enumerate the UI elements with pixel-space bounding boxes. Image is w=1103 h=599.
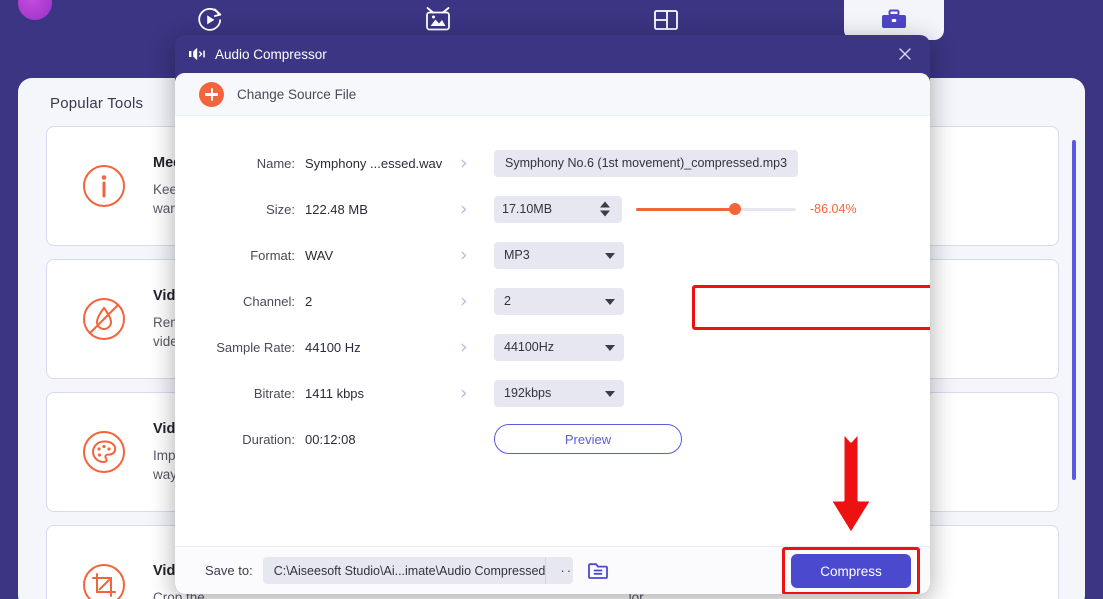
dialog-title: Audio Compressor	[215, 47, 327, 62]
mv-image-icon	[423, 6, 453, 34]
dialog-footer: Save to: C:\Aiseesoft Studio\Ai...imate\…	[175, 546, 930, 594]
dialog-titlebar: Audio Compressor	[175, 35, 930, 73]
chevron-right-icon: ›	[460, 154, 494, 173]
page-title: Popular Tools	[50, 95, 143, 112]
field-source-value: Symphony ...essed.wav	[305, 156, 460, 171]
chevron-right-icon: ›	[460, 200, 494, 219]
field-row-sample-rate: Sample Rate: 44100 Hz › 44100Hz	[175, 324, 930, 370]
field-row-size: Size: 122.48 MB › 17.10MB	[175, 186, 930, 232]
chevron-right-icon: ›	[460, 246, 494, 265]
folder-open-icon[interactable]	[587, 561, 609, 580]
target-size-stepper[interactable]: 17.10MB	[494, 196, 622, 223]
field-source-value: WAV	[305, 248, 460, 263]
compress-button-wrapper: Compress	[791, 554, 911, 588]
bitrate-select[interactable]: 192kbps	[494, 380, 624, 407]
slider-knob[interactable]	[729, 203, 741, 215]
properties-form: Name: Symphony ...essed.wav › Symphony N…	[175, 116, 930, 462]
field-label: Name:	[175, 156, 305, 171]
stepper-down-icon[interactable]	[600, 211, 610, 217]
change-source-file-label: Change Source File	[237, 87, 356, 102]
field-label: Size:	[175, 202, 305, 217]
compress-button[interactable]: Compress	[791, 554, 911, 588]
field-source-value: 122.48 MB	[305, 202, 460, 217]
field-row-channel: Channel: 2 › 2	[175, 278, 930, 324]
bitrate-select-value: 192kbps	[504, 386, 551, 400]
chevron-right-icon: ›	[460, 384, 494, 403]
stepper-arrows[interactable]	[600, 202, 610, 217]
red-down-arrow	[826, 428, 876, 545]
compression-slider[interactable]	[636, 201, 796, 217]
chevron-down-icon	[605, 299, 615, 305]
scrollbar[interactable]	[1072, 140, 1076, 480]
field-source-value: 44100 Hz	[305, 340, 460, 355]
nav-tab-collage[interactable]	[616, 0, 716, 40]
chevron-down-icon	[605, 253, 615, 259]
chevron-down-icon	[605, 345, 615, 351]
field-row-bitrate: Bitrate: 1411 kbps › 192kbps	[175, 370, 930, 416]
field-label: Channel:	[175, 294, 305, 309]
crop-circle-icon	[73, 554, 135, 599]
field-source-value: 1411 kbps	[305, 386, 460, 401]
channel-select-value: 2	[504, 294, 511, 308]
field-row-name: Name: Symphony ...essed.wav › Symphony N…	[175, 140, 930, 186]
chevron-right-icon: ›	[460, 292, 494, 311]
browse-button[interactable]: ···	[545, 557, 572, 584]
save-to-label: Save to:	[205, 563, 253, 578]
channel-select[interactable]: 2	[494, 288, 624, 315]
close-icon[interactable]	[894, 43, 916, 65]
field-label: Sample Rate:	[175, 340, 305, 355]
info-circle-icon	[73, 155, 135, 217]
nav-tab-converter[interactable]	[160, 0, 260, 40]
collage-icon	[651, 7, 681, 33]
dialog-body: Change Source File Name: Symphony ...ess…	[175, 73, 930, 594]
save-path-value: C:\Aiseesoft Studio\Ai...imate\Audio Com…	[274, 564, 546, 578]
field-label: Duration:	[175, 432, 305, 447]
toolbox-icon	[879, 7, 909, 33]
field-row-duration: Duration: 00:12:08 Preview	[175, 416, 930, 462]
format-select[interactable]: MP3	[494, 242, 624, 269]
top-navigation	[0, 0, 1103, 40]
chevron-down-icon	[605, 391, 615, 397]
field-row-format: Format: WAV › MP3	[175, 232, 930, 278]
field-label: Bitrate:	[175, 386, 305, 401]
stepper-up-icon[interactable]	[600, 202, 610, 208]
output-name-field: Symphony No.6 (1st movement)_compressed.…	[494, 150, 798, 177]
compression-ratio-label: -86.04%	[810, 202, 857, 216]
field-source-value: 00:12:08	[305, 432, 460, 447]
save-path-field[interactable]: C:\Aiseesoft Studio\Ai...imate\Audio Com…	[263, 557, 573, 584]
slider-fill	[636, 208, 735, 211]
chevron-right-icon: ›	[460, 338, 494, 357]
change-source-file-bar[interactable]: Change Source File	[175, 73, 930, 116]
preview-button[interactable]: Preview	[494, 424, 682, 454]
sample-rate-select-value: 44100Hz	[504, 340, 554, 354]
field-source-value: 2	[305, 294, 460, 309]
field-label: Format:	[175, 248, 305, 263]
palette-circle-icon	[73, 421, 135, 483]
nav-tab-toolbox[interactable]	[844, 0, 944, 40]
format-select-value: MP3	[504, 248, 530, 262]
target-size-value: 17.10MB	[502, 202, 552, 216]
converter-icon	[195, 5, 225, 35]
audio-compressor-dialog: Audio Compressor Change Source File Name…	[175, 35, 930, 594]
speaker-icon	[189, 47, 206, 61]
nav-tab-mv[interactable]	[388, 0, 488, 40]
plus-circle-icon[interactable]	[199, 82, 224, 107]
watermark-remove-icon	[73, 288, 135, 350]
sample-rate-select[interactable]: 44100Hz	[494, 334, 624, 361]
